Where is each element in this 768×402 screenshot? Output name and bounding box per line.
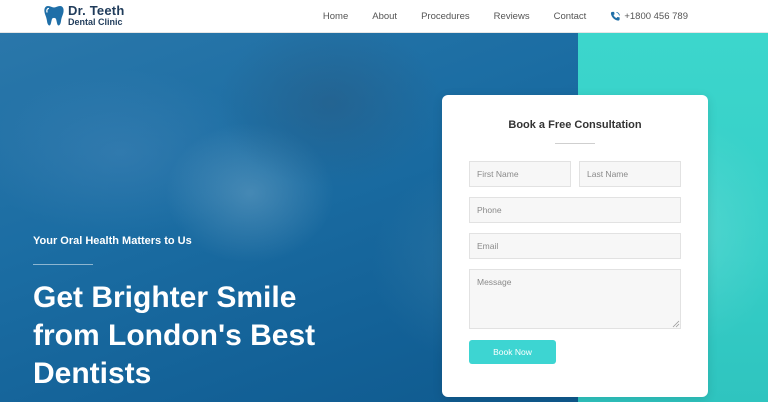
headline-line-1: Get Brighter Smile (33, 281, 297, 314)
logo[interactable]: Dr. Teeth Dental Clinic (44, 4, 124, 27)
phone-number: +1800 456 789 (624, 11, 688, 22)
headline-line-2: from London's Best (33, 319, 316, 352)
tooth-icon (44, 6, 64, 26)
phone-input[interactable] (469, 197, 681, 223)
site-header: Dr. Teeth Dental Clinic Home About Proce… (0, 0, 768, 33)
phone-icon (611, 11, 621, 21)
hero-section: Your Oral Health Matters to Us Get Brigh… (0, 33, 768, 402)
nav-about[interactable]: About (372, 11, 397, 22)
logo-title: Dr. Teeth (68, 3, 125, 18)
logo-subtitle: Dental Clinic (68, 17, 123, 27)
message-textarea[interactable] (469, 269, 681, 329)
nav-procedures[interactable]: Procedures (421, 11, 470, 22)
nav-reviews[interactable]: Reviews (494, 11, 530, 22)
book-now-button[interactable]: Book Now (469, 340, 556, 364)
resize-handle-icon[interactable] (672, 320, 680, 328)
tagline-divider (33, 264, 93, 265)
consultation-form-card: Book a Free Consultation Book Now (442, 95, 708, 397)
email-input[interactable] (469, 233, 681, 259)
hero-headline: Get Brighter Smile from London's Best De… (33, 279, 413, 393)
nav-contact[interactable]: Contact (554, 11, 587, 22)
form-title-divider (555, 143, 595, 144)
form-title: Book a Free Consultation (508, 119, 642, 131)
hero-tagline: Your Oral Health Matters to Us (33, 235, 192, 247)
first-name-input[interactable] (469, 161, 571, 187)
headline-line-3: Dentists (33, 357, 152, 390)
main-nav: Home About Procedures Reviews Contact +1… (299, 0, 688, 33)
nav-home[interactable]: Home (323, 11, 348, 22)
phone-link[interactable]: +1800 456 789 (610, 11, 688, 22)
last-name-input[interactable] (579, 161, 681, 187)
